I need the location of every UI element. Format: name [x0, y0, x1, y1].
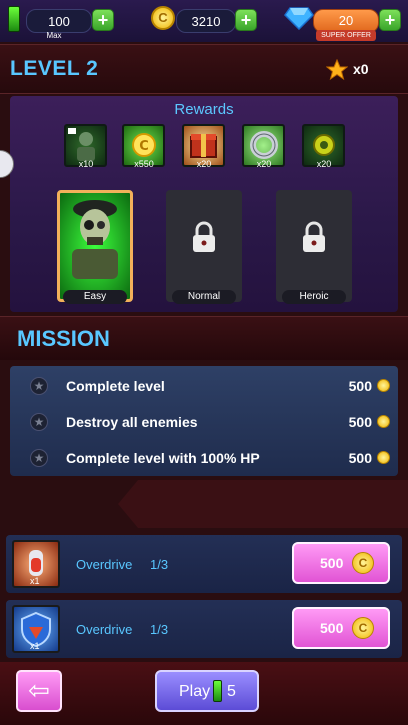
coin-icon — [377, 379, 390, 392]
lock-icon — [299, 220, 329, 254]
mission-reward: 500 — [348, 414, 372, 430]
add-coins-button[interactable]: + — [235, 9, 257, 31]
rewards-title: Rewards — [174, 101, 234, 118]
reward-count: x20 — [316, 159, 332, 169]
battery-icon — [8, 6, 20, 32]
coin-icon: C — [151, 6, 175, 30]
upgrade-row: x1 Overdrive 1/3 500 C — [6, 600, 402, 658]
price-value: 500 — [320, 555, 344, 571]
difficulty-label: Heroic — [282, 290, 346, 304]
coin-icon — [377, 451, 390, 464]
back-arrow-icon: ⇦ — [28, 675, 50, 705]
coin-icon — [377, 415, 390, 428]
difficulty-heroic-card[interactable] — [276, 190, 352, 302]
star-outline-icon: ★ — [30, 377, 48, 395]
stars-count: x0 — [353, 61, 369, 77]
zombie-soldier-icon — [72, 200, 118, 279]
coins-value: 3210 — [191, 14, 221, 29]
mission-text: Destroy all enemies — [66, 414, 198, 430]
upgrade-quantity: x1 — [30, 641, 40, 651]
play-energy-cost: 5 — [227, 683, 236, 700]
star-icon — [325, 58, 349, 81]
reward-count: x20 — [256, 159, 272, 169]
play-label: Play — [179, 683, 211, 700]
super-offer-badge[interactable]: SUPER OFFER — [316, 30, 376, 41]
mission-reward: 500 — [348, 450, 372, 466]
mission-text: Complete level — [66, 378, 165, 394]
star-outline-icon: ★ — [30, 413, 48, 431]
coin-icon: C — [352, 552, 374, 574]
svg-text:C: C — [139, 139, 149, 154]
upgrade-progress: 1/3 — [150, 557, 169, 572]
mission-row: ★ Destroy all enemies 500 — [22, 405, 394, 439]
upgrade-quantity: x1 — [30, 576, 40, 586]
upgrade-name: Overdrive — [76, 622, 133, 637]
add-energy-button[interactable]: + — [92, 9, 114, 31]
gems-value: 20 — [338, 13, 354, 28]
coin-icon: C — [352, 617, 374, 639]
energy-max-label: Max — [46, 31, 62, 40]
buy-upgrade-button[interactable]: 500 C — [292, 607, 390, 649]
level-title: LEVEL 2 — [10, 57, 99, 80]
coins-pill: 3210 — [176, 9, 236, 33]
energy-pill: 100 — [26, 9, 92, 33]
add-gems-button[interactable]: + — [379, 9, 401, 31]
difficulty-label: Normal — [172, 290, 236, 304]
mission-reward: 500 — [348, 378, 372, 394]
mission-title: MISSION — [17, 326, 110, 351]
difficulty-label: Easy — [63, 290, 127, 304]
upgrade-name: Overdrive — [76, 557, 133, 572]
upgrade-row: x1 Overdrive 1/3 500 C — [6, 535, 402, 593]
diamond-icon — [284, 6, 314, 31]
battery-icon — [213, 680, 222, 702]
reward-count: x10 — [78, 159, 94, 169]
lock-icon — [189, 220, 219, 254]
reward-count: x550 — [134, 159, 154, 169]
back-button[interactable]: ⇦ — [16, 670, 62, 712]
reward-count: x20 — [196, 159, 212, 169]
star-outline-icon: ★ — [30, 449, 48, 467]
mission-row: ★ Complete level 500 — [22, 369, 394, 403]
decorative-banner — [118, 480, 408, 528]
play-button[interactable]: Play 5 — [155, 670, 259, 712]
price-value: 500 — [320, 620, 344, 636]
difficulty-normal-card[interactable] — [166, 190, 242, 302]
upgrade-progress: 1/3 — [150, 622, 169, 637]
difficulty-easy-card[interactable] — [57, 190, 133, 302]
mission-row: ★ Complete level with 100% HP 500 — [22, 441, 394, 475]
buy-upgrade-button[interactable]: 500 C — [292, 542, 390, 584]
mission-text: Complete level with 100% HP — [66, 450, 260, 466]
